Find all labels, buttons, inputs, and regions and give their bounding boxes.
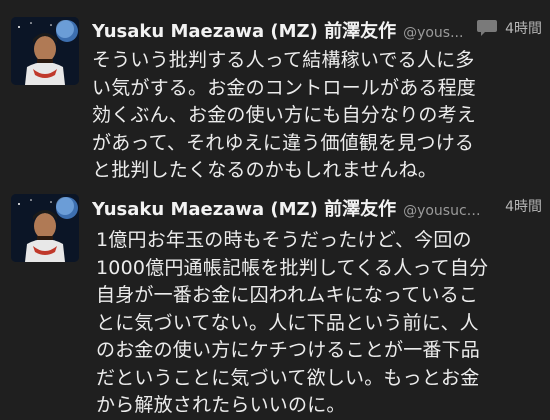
timestamp[interactable]: 4時間 [505, 196, 542, 216]
avatar[interactable] [11, 17, 79, 85]
tweet-meta: 4時間 [476, 18, 542, 38]
timestamp[interactable]: 4時間 [505, 18, 542, 38]
tweet[interactable]: Yusaku Maezawa (MZ) 前澤友作 @yous... 4時間 そう… [0, 0, 550, 186]
avatar[interactable] [11, 194, 79, 262]
tweet-text: そういう批判する人って結構稼いでる人に多 い気がする。お金のコントロールがある程… [92, 49, 477, 181]
tweet-meta: 4時間 [505, 196, 542, 216]
avatar-image [11, 17, 79, 85]
reply-bubble-icon[interactable] [476, 18, 498, 38]
tweet-text: 1億円お年玉の時もそうだったけど、今回の 1000億円通帳記帳を批判してくる人っ… [96, 229, 489, 416]
user-handle[interactable]: @yousuck... [403, 203, 487, 219]
tweet-header: Yusaku Maezawa (MZ) 前澤友作 @yous... [92, 17, 542, 43]
display-name[interactable]: Yusaku Maezawa (MZ) 前澤友作 [92, 195, 396, 221]
tweet[interactable]: Yusaku Maezawa (MZ) 前澤友作 @yousuck... 4時間… [0, 186, 550, 416]
tweet-header: Yusaku Maezawa (MZ) 前澤友作 @yousuck... [92, 195, 542, 221]
avatar-image [11, 194, 79, 262]
display-name[interactable]: Yusaku Maezawa (MZ) 前澤友作 [92, 17, 396, 43]
